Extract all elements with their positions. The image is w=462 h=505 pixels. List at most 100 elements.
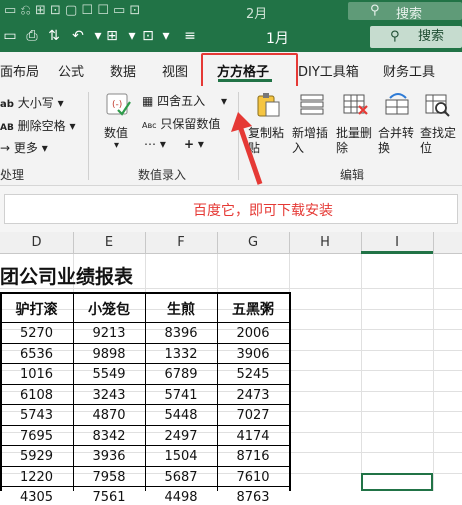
title-bar: ▭ ⎙ ⇅ ↶ ▾ ⊞ ▾ ⊡ ▾ ≡ 1月 ⚲ 搜索 [0,22,462,52]
undo-icon[interactable]: ↶ [70,28,86,44]
column-header-e[interactable]: E [73,235,145,250]
round-button[interactable]: ▦ 四舍五入 ▾ [142,92,227,109]
table-cell[interactable]: 4498 [145,490,217,505]
case-icon: ab [0,99,14,110]
ghost-search: ⚲ 搜索 [348,2,462,22]
insert-rows-icon [300,94,324,115]
group-label-numeric: 数值录入 [138,168,187,182]
col-divider [145,232,146,254]
table-border [0,424,289,426]
table-cell[interactable]: 3936 [73,449,145,464]
table-cell[interactable]: 5687 [145,470,217,485]
table-cell[interactable]: 5741 [145,388,217,403]
table-cell[interactable]: 1220 [0,470,73,485]
value-icon: (-) [106,93,131,116]
table-cell[interactable]: 7610 [217,470,289,485]
ellipsis-button[interactable]: ⋯ ▾ [144,137,166,151]
remove-space-button[interactable]: AB 删除空格 ▾ [0,117,76,134]
table-cell[interactable]: 5743 [0,408,73,423]
case-button[interactable]: ab 大小写 ▾ [0,94,64,111]
table-cell[interactable]: 6108 [0,388,73,403]
table-cell[interactable]: 7027 [217,408,289,423]
table-border [0,486,289,487]
table-cell[interactable]: 3906 [217,347,289,362]
chevron-down-icon[interactable]: ▾ [158,28,174,44]
chevron-down-icon[interactable]: ▾ [124,28,140,44]
table-cell[interactable]: 6536 [0,347,73,362]
chevron-down-icon: ▾ [114,140,120,151]
table-cell[interactable]: 7561 [73,490,145,505]
tab-formulas[interactable]: 公式 [58,61,84,80]
find-locate-button[interactable]: 查找定 位 [418,90,462,162]
table-cell[interactable]: 4174 [217,429,289,444]
table-icon[interactable]: ⊞ [104,28,120,44]
group-separator [88,92,89,180]
background-window-strip: ▭ ⎌ ⊞ ⊡ ▢ ☐ ☐ ▭ ⊡ 2月 ⚲ 搜索 [0,0,462,22]
svg-text:(-): (-) [112,100,122,110]
table-cell[interactable]: 6789 [145,367,217,382]
chevron-down-icon: ▾ [221,94,228,108]
table-cell[interactable]: 8396 [145,326,217,341]
table-cell[interactable]: 5245 [217,367,289,382]
search-icon: ⚲ [370,3,380,18]
table-cell[interactable]: 1016 [0,367,73,382]
frame-icon[interactable]: ⊡ [140,28,156,44]
column-header-i[interactable]: I [361,235,433,250]
column-header-d[interactable]: D [0,235,73,250]
table-cell[interactable]: 5448 [145,408,217,423]
column-header-f[interactable]: F [145,235,217,250]
tab-finance-tools[interactable]: 财务工具 [383,61,435,80]
batch-delete-button[interactable]: 批量删 除 [334,90,378,162]
more-button[interactable]: → 更多 ▾ [0,139,48,156]
search-box[interactable]: ⚲ 搜索 [370,26,462,48]
red-arrow-annotation [231,112,263,185]
table-cell[interactable]: 8342 [73,429,145,444]
active-cell[interactable] [361,473,433,491]
table-border [0,363,289,364]
table-border [289,292,291,491]
table-cell[interactable]: 3243 [73,388,145,403]
tab-view[interactable]: 视图 [162,61,188,80]
table-cell[interactable]: 2473 [217,388,289,403]
report-title[interactable]: 团公司业绩报表 [0,262,133,289]
table-cell[interactable]: 5270 [0,326,73,341]
table-cell[interactable]: 8716 [217,449,289,464]
column-header-h[interactable]: H [289,235,361,250]
column-header-g[interactable]: G [217,235,289,250]
tab-data[interactable]: 数据 [110,61,136,80]
header-cell-g[interactable]: 五黑粥 [217,299,289,319]
customize-icon[interactable]: ≡ [182,28,198,44]
insert-button[interactable]: 新增插 入 [290,90,334,162]
doc-icon[interactable]: ▭ [2,28,18,44]
col-divider [433,232,434,254]
table-cell[interactable]: 9213 [73,326,145,341]
table-cell[interactable]: 2006 [217,326,289,341]
window-title: 1月 [266,31,289,47]
table-cell[interactable]: 9898 [73,347,145,362]
table-cell[interactable]: 7695 [0,429,73,444]
table-cell[interactable]: 4305 [0,490,73,505]
table-cell[interactable]: 5549 [73,367,145,382]
dots-icon: ⋯ [144,137,156,151]
merge-convert-button[interactable]: 合并转 换 [376,90,420,162]
table-cell[interactable]: 7958 [73,470,145,485]
table-cell[interactable]: 5929 [0,449,73,464]
table-cell[interactable]: 1504 [145,449,217,464]
header-cell-f[interactable]: 生煎 [145,299,217,319]
table-cell[interactable]: 1332 [145,347,217,362]
new-doc-icon[interactable]: ⎙ [24,28,40,44]
tab-diy-toolbox[interactable]: DIY工具箱 [298,61,359,80]
table-cell[interactable]: 8763 [217,490,289,505]
keep-values-button[interactable]: Aʙᴄ 只保留数值 [142,115,220,132]
plus-button[interactable]: + ▾ [184,137,204,151]
table-cell[interactable]: 4870 [73,408,145,423]
value-button[interactable]: (-) 数值 ▾ [100,90,136,160]
header-cell-e[interactable]: 小笼包 [73,299,145,319]
grid-line [361,254,362,491]
header-cell-d[interactable]: 驴打滚 [0,299,73,319]
sort-icon[interactable]: ⇅ [46,28,62,44]
worksheet-grid[interactable]: 团公司业绩报表 驴打滚 小笼包 生煎 五黑粥 5270 9213 8396 2006 6… [0,254,462,505]
table-cell[interactable]: 2497 [145,429,217,444]
table-border [0,342,289,344]
tab-page-layout[interactable]: 面布局 [0,61,39,80]
